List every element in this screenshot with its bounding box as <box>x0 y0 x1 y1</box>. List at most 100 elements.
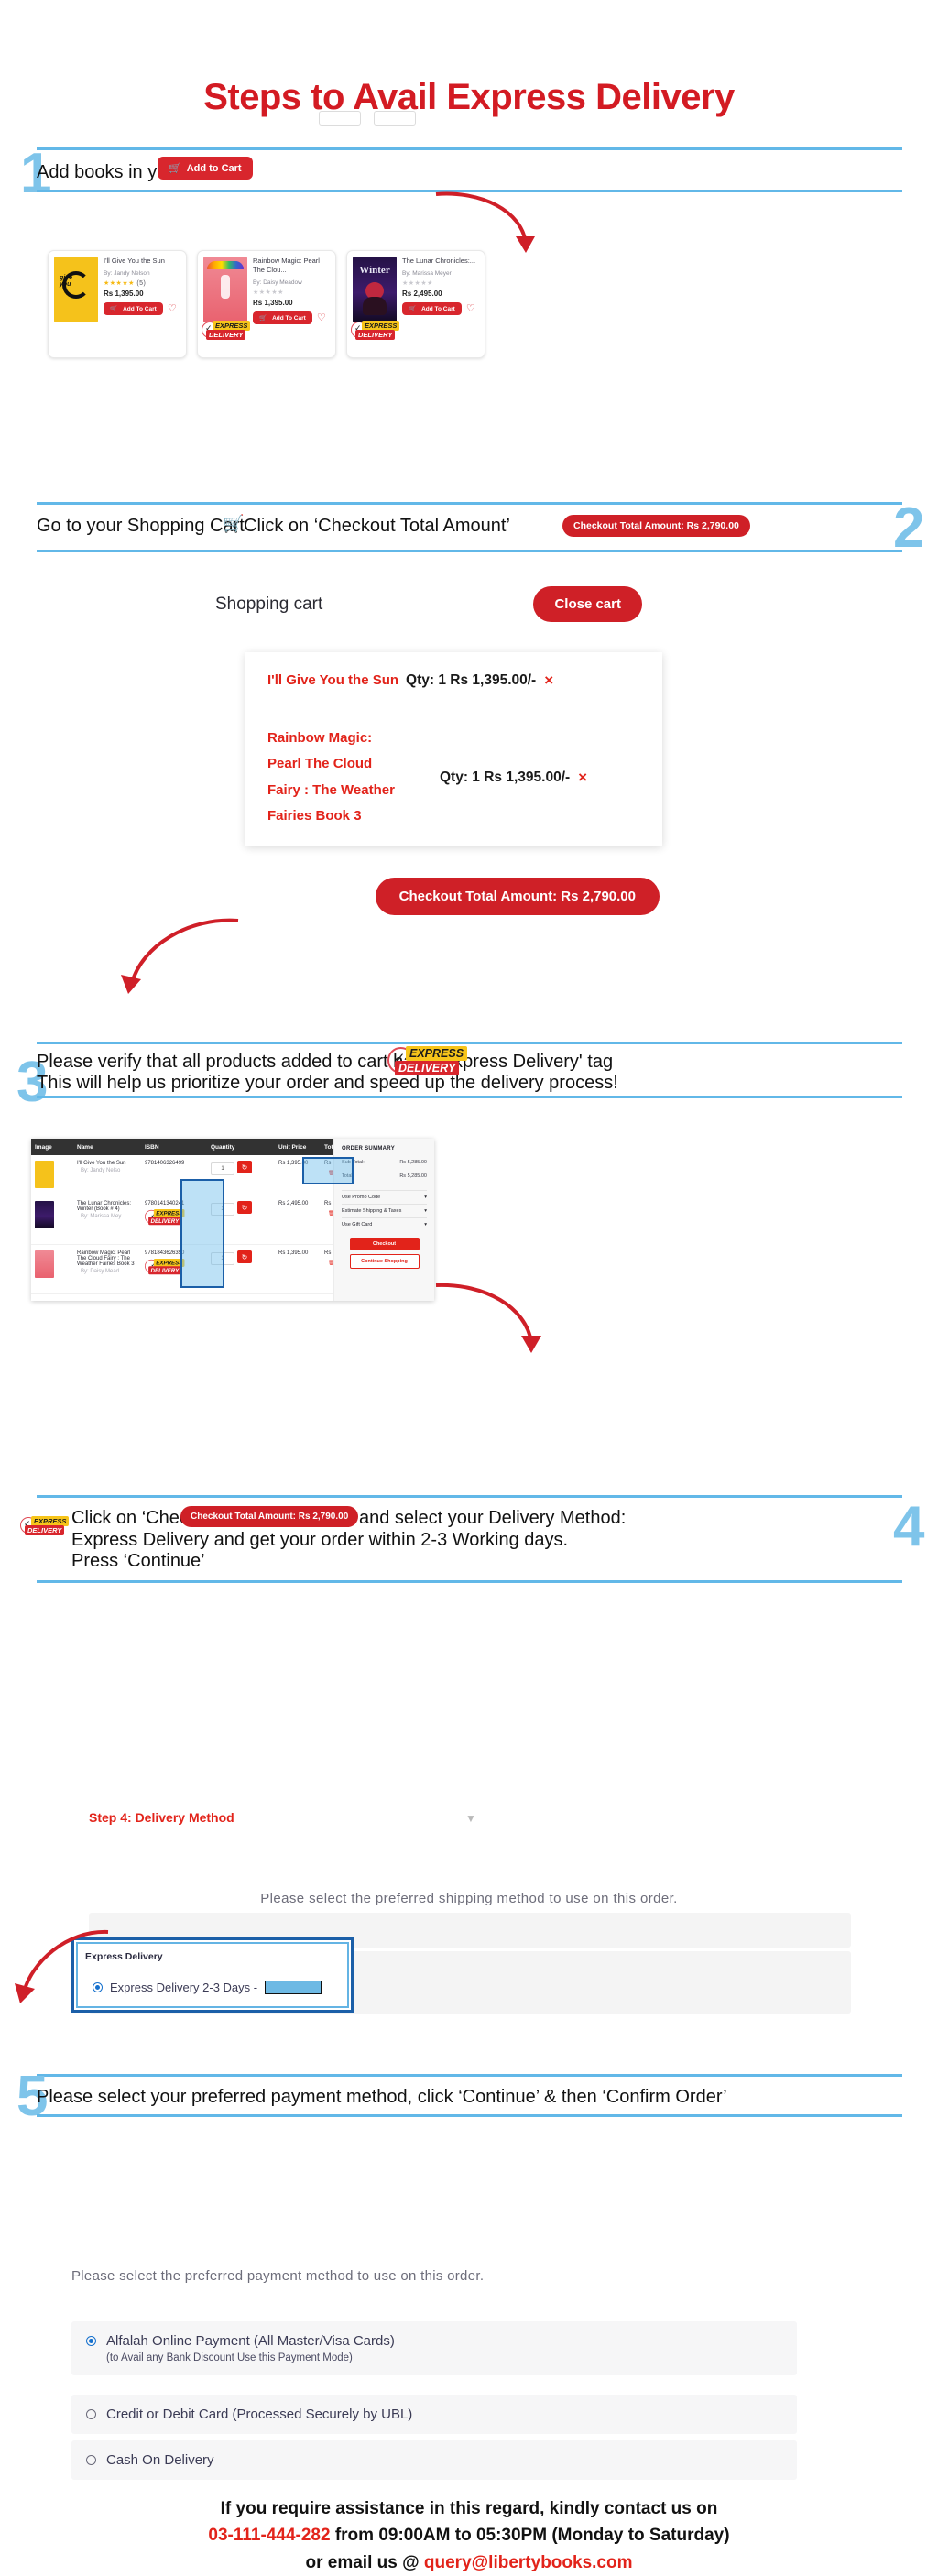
step-2-rule-top <box>37 502 902 505</box>
row-book-thumbnail <box>35 1161 54 1188</box>
book-price: Rs 1,395.00 <box>253 299 293 308</box>
book-add-to-cart-label: Add To Cart <box>123 305 157 312</box>
footer-hours: from 09:00AM to 05:30PM (Monday to Satur… <box>330 2526 730 2546</box>
row-book-author: By: Marissa Mey <box>81 1214 122 1219</box>
payment-option-label: Credit or Debit Card (Processed Securely… <box>106 2407 413 2422</box>
checkout-total-amount-button[interactable]: Checkout Total Amount: Rs 2,790.00 <box>180 1506 359 1527</box>
cart-items-list: I'll Give You the Sun Qty: 1 Rs 1,395.00… <box>245 652 662 846</box>
row-quantity-input[interactable]: 1 <box>211 1162 234 1175</box>
cart-item-title: Rainbow Magic: Pearl The Cloud Fairy : T… <box>267 729 395 824</box>
book-author: By: Jandy Nelson <box>104 270 150 278</box>
wishlist-heart-icon[interactable]: ♡ <box>168 303 177 314</box>
delivery-label: DELIVERY <box>148 1217 181 1226</box>
book-cover-image <box>203 257 247 322</box>
book-cover-image: Winter <box>353 257 397 322</box>
promo-code-select[interactable]: Use Promo Code ▾ <box>342 1190 427 1204</box>
step-3-rule-bottom <box>37 1096 902 1098</box>
chevron-down-icon: ▾ <box>424 1222 427 1228</box>
book-add-to-cart-button[interactable]: 🛒 Add To Cart <box>402 302 462 316</box>
step-5-rule-bottom <box>37 2114 902 2117</box>
col-header-image: Image <box>35 1143 52 1151</box>
add-to-cart-button[interactable]: 🛒 Add to Cart <box>158 157 253 180</box>
radio-icon[interactable] <box>86 2409 96 2419</box>
express-delivery-badge: ✓ EXPRESS DELIVERY <box>145 1259 185 1275</box>
flow-arrow-icon <box>121 918 239 994</box>
book-card[interactable]: Rainbow Magic: Pearl The Clou... By: Dai… <box>197 250 336 358</box>
refresh-icon[interactable]: ↻ <box>237 1161 252 1173</box>
book-add-to-cart-button[interactable]: 🛒 Add To Cart <box>253 311 312 325</box>
step-5-text: Please select your preferred payment met… <box>37 2087 727 2107</box>
gift-card-select[interactable]: Use Gift Card ▾ <box>342 1217 427 1231</box>
book-add-to-cart-button[interactable]: 🛒 Add To Cart <box>104 302 163 316</box>
row-book-name: The Lunar Chronicles: Winter (Book # 4) <box>77 1201 132 1212</box>
footer-email-prefix: or email us @ <box>305 2552 424 2572</box>
cart-icon: 🛒 <box>110 306 118 313</box>
book-price: Rs 1,395.00 <box>104 289 144 299</box>
step-4-number: 4 <box>893 1495 925 1558</box>
placeholder-box-1 <box>319 111 361 126</box>
checkout-total-amount-button[interactable]: Checkout Total Amount: Rs 2,790.00 <box>562 515 750 537</box>
payment-option-cod[interactable]: Cash On Delivery <box>71 2440 797 2480</box>
step-2-text-a: Go to your Shopping Cart <box>37 516 245 536</box>
cart-item-qty-price: Qty: 1 Rs 1,395.00/- <box>406 672 537 689</box>
book-title: I'll Give You the Sun <box>104 257 165 265</box>
continue-shopping-button[interactable]: Continue Shopping <box>349 1254 420 1269</box>
payment-option-credit-debit[interactable]: Credit or Debit Card (Processed Securely… <box>71 2395 797 2434</box>
footer-line-3: or email us @ query@libertybooks.com <box>0 2549 938 2576</box>
express-delivery-radio-option[interactable]: Express Delivery 2-3 Days - <box>93 1981 322 1994</box>
row-unit-price: Rs 2,495.00 <box>278 1201 309 1206</box>
book-author: By: Marissa Meyer <box>402 270 452 278</box>
add-to-cart-label: Add to Cart <box>186 162 242 174</box>
chevron-down-icon: ▾ <box>424 1195 427 1200</box>
summary-checkout-button[interactable]: Checkout <box>349 1238 420 1250</box>
book-add-to-cart-label: Add To Cart <box>272 314 306 322</box>
refresh-icon[interactable]: ↻ <box>237 1250 252 1263</box>
wishlist-heart-icon[interactable]: ♡ <box>466 303 475 314</box>
book-author: By: Daisy Meadow <box>253 279 302 287</box>
cart-item-remove-icon[interactable]: × <box>544 671 553 690</box>
subtotal-value: Rs 5,285.00 <box>399 1160 427 1165</box>
total-price-highlight <box>302 1157 354 1184</box>
col-header-quantity: Quantity <box>211 1143 235 1151</box>
row-book-name: I'll Give You the Sun <box>77 1161 126 1166</box>
cart-checkout-button[interactable]: Checkout Total Amount: Rs 2,790.00 <box>375 878 660 915</box>
rating-count: (5) <box>136 280 147 288</box>
book-card[interactable]: Winter The Lunar Chronicles:... By: Mari… <box>346 250 485 358</box>
cart-item-qty-price: Qty: 1 Rs 1,395.00/- <box>440 769 571 785</box>
flow-arrow-icon <box>435 191 535 253</box>
row-book-thumbnail <box>35 1250 54 1278</box>
step-3-rule-top <box>37 1042 902 1044</box>
refresh-icon[interactable]: ↻ <box>237 1201 252 1214</box>
delivery-label: DELIVERY <box>355 330 396 340</box>
shopping-cart-panel: Shopping cart Close cart I'll Give You t… <box>195 586 662 915</box>
book-card-list: give you I'll Give You the Sun By: Jandy … <box>48 250 487 365</box>
book-cover-image: give you <box>54 257 98 322</box>
wishlist-heart-icon[interactable]: ♡ <box>317 312 326 323</box>
row-isbn: 9780141340241 <box>145 1201 185 1206</box>
row-isbn: 9781843626350 <box>145 1250 185 1256</box>
close-cart-button[interactable]: Close cart <box>533 586 642 622</box>
radio-icon[interactable] <box>86 2336 96 2346</box>
step-2-number: 2 <box>893 497 925 560</box>
col-header-unit-price: Unit Price <box>278 1143 307 1151</box>
step-4-rule-bottom <box>37 1580 902 1583</box>
footer-contact: If you require assistance in this regard… <box>0 2495 938 2576</box>
radio-icon[interactable] <box>86 2455 96 2465</box>
row-unit-price: Rs 1,395.00 <box>278 1250 309 1256</box>
row-book-name: Rainbow Magic: Pearl The Cloud Fairy : T… <box>77 1250 135 1267</box>
step-1-rule-top <box>37 147 902 150</box>
payment-option-label: Alfalah Online Payment (All Master/Visa … <box>106 2333 395 2349</box>
payment-option-alfalah[interactable]: Alfalah Online Payment (All Master/Visa … <box>71 2321 797 2375</box>
express-delivery-badge: ✓ EXPRESS DELIVERY <box>20 1516 70 1536</box>
cart-item-remove-icon[interactable]: × <box>578 769 587 787</box>
cart-item-row: I'll Give You the Sun Qty: 1 Rs 1,395.00… <box>245 652 662 710</box>
book-price: Rs 2,495.00 <box>402 289 442 299</box>
price-redacted-box <box>265 1981 322 1994</box>
express-delivery-badge: ✓ EXPRESS DELIVERY <box>387 1046 468 1079</box>
book-card[interactable]: give you I'll Give You the Sun By: Jandy … <box>48 250 187 358</box>
express-delivery-option-label: Express Delivery 2-3 Days - <box>110 1981 258 1994</box>
chevron-down-icon[interactable]: ▼ <box>465 1812 476 1825</box>
step-4-rule-top <box>37 1495 902 1498</box>
shipping-taxes-select[interactable]: Estimate Shipping & Taxes ▾ <box>342 1204 427 1217</box>
page-title: Steps to Avail Express Delivery <box>203 77 735 117</box>
